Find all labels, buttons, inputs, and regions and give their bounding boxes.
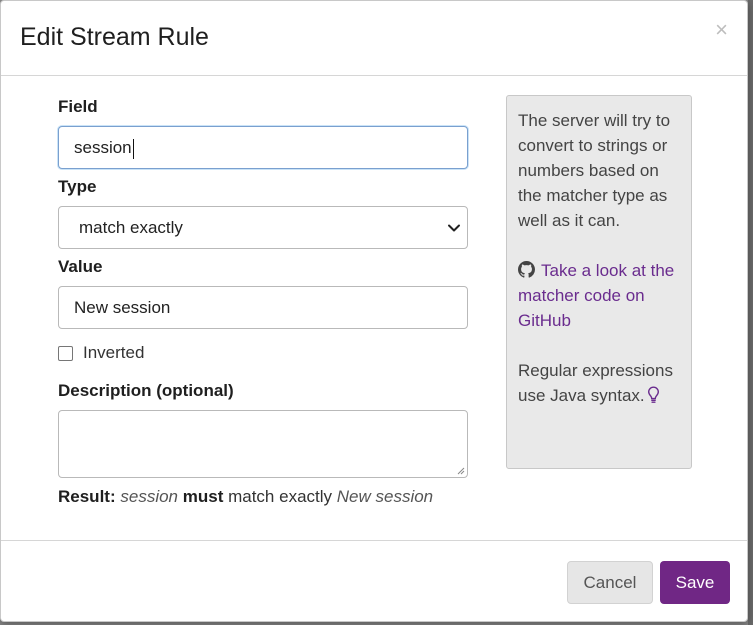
help-regex-paragraph: Regular expressions use Java syntax.	[518, 358, 680, 408]
resize-handle-icon[interactable]	[455, 465, 465, 475]
result-field: session	[120, 487, 178, 506]
field-input-value: session	[74, 138, 132, 157]
edit-stream-rule-modal: Edit Stream Rule × Field session Type ma…	[0, 0, 748, 622]
matcher-code-github-link[interactable]: Take a look at the matcher code on GitHu…	[518, 261, 674, 330]
inverted-checkbox[interactable]	[58, 346, 73, 361]
type-label: Type	[58, 177, 97, 196]
result-type: match exactly	[228, 487, 333, 506]
lightbulb-icon	[647, 386, 659, 403]
value-input[interactable]: New session	[58, 286, 468, 329]
result-value: New session	[336, 487, 434, 506]
value-input-value: New session	[74, 298, 171, 317]
result-prefix: Result:	[58, 487, 116, 506]
field-input[interactable]: session	[58, 126, 468, 169]
help-text-conversion: The server will try to convert to string…	[518, 111, 671, 230]
backdrop	[748, 0, 753, 625]
save-button[interactable]: Save	[660, 561, 730, 604]
value-label: Value	[58, 257, 103, 276]
help-panel: The server will try to convert to string…	[506, 95, 692, 469]
result-summary: Result: session must match exactly New s…	[58, 487, 433, 507]
inverted-label: Inverted	[83, 343, 145, 362]
field-label: Field	[58, 97, 98, 116]
modal-header: Edit Stream Rule ×	[1, 1, 747, 76]
description-textarea[interactable]	[58, 410, 468, 478]
text-caret	[132, 138, 134, 159]
help-link-paragraph: Take a look at the matcher code on GitHu…	[518, 258, 680, 333]
cancel-button[interactable]: Cancel	[567, 561, 653, 604]
type-select-value: match exactly	[79, 218, 183, 237]
result-must: must	[182, 487, 224, 506]
github-icon	[518, 261, 535, 278]
close-icon[interactable]: ×	[715, 19, 728, 41]
type-select[interactable]: match exactly	[58, 206, 468, 249]
description-label: Description (optional)	[58, 381, 234, 400]
chevron-down-icon	[448, 224, 460, 232]
modal-title: Edit Stream Rule	[20, 23, 209, 51]
modal-footer: Cancel Save	[1, 540, 747, 623]
